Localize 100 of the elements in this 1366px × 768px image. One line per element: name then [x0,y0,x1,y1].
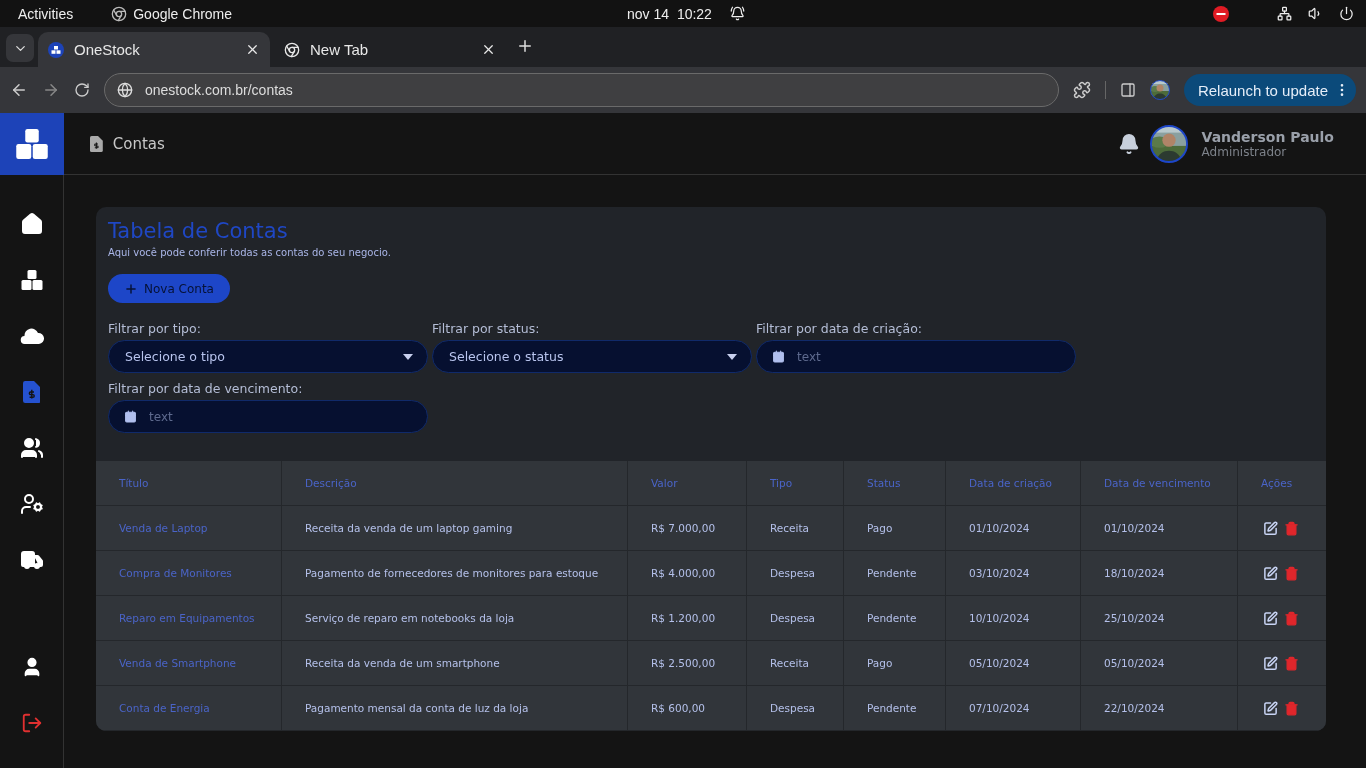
trash-icon [1284,610,1299,626]
delete-button[interactable] [1284,655,1299,671]
calendar-icon [124,410,137,423]
boxes-icon [19,268,44,292]
table-cell: 10/10/2024 [946,596,1081,641]
column-header: Status [844,461,946,506]
table-cell: 01/10/2024 [1081,506,1238,551]
table-cell: Pago [844,506,946,551]
table-cell: R$ 7.000,00 [628,506,747,551]
trash-icon [1284,565,1299,581]
table-cell: 05/10/2024 [1081,641,1238,686]
table-cell: Compra de Monitores [96,551,282,596]
table-cell: Despesa [747,596,844,641]
table-cell: Pago [844,641,946,686]
filter-dropdown[interactable]: Selecione o tipo [108,340,428,373]
date-field[interactable]: text [108,400,428,433]
delete-button[interactable] [1284,700,1299,716]
filter-label: Filtrar por data de criação: [756,321,923,336]
table-cell: 07/10/2024 [946,686,1081,731]
table-cell: Venda de Laptop [96,506,282,551]
browser-tab[interactable]: New Tab [274,32,506,67]
side-panel-icon[interactable] [1119,82,1136,98]
table-cell: Despesa [747,551,844,596]
home-icon [19,212,44,236]
truck-icon [19,548,44,572]
table-cell: Conta de Energia [96,686,282,731]
table-cell: Pendente [844,596,946,641]
table-cell: Receita da venda de um smartphone [282,641,628,686]
table-cell: Receita [747,641,844,686]
edit-button[interactable] [1263,565,1278,581]
network-icon [1277,6,1292,21]
filter-label: Filtrar por status: [432,321,541,336]
panel-title: Tabela de Contas [108,219,289,243]
user-name: Vanderson Paulo [1201,128,1334,145]
table-cell: Despesa [747,686,844,731]
reload-icon[interactable] [74,82,90,98]
caret-icon [727,353,737,360]
column-header: Data de criação [946,461,1081,506]
user-role: Administrador [1201,144,1288,159]
edit-icon [1263,565,1278,581]
table-cell: 01/10/2024 [946,506,1081,551]
activities-button[interactable]: Activities [18,5,74,22]
delete-button[interactable] [1284,565,1299,581]
trash-icon [1284,520,1299,536]
column-header: Data de vencimento [1081,461,1238,506]
edit-button[interactable] [1263,700,1278,716]
filter-dropdown[interactable]: Selecione o status [432,340,752,373]
cloud-icon [19,326,44,346]
trash-icon [1284,700,1299,716]
new-tab-icon[interactable] [516,37,534,55]
table-cell: R$ 4.000,00 [628,551,747,596]
caret-icon [403,353,413,360]
invoice-icon [90,135,103,152]
calendar-icon [772,350,785,363]
invoice-icon [22,381,41,403]
panel-subtitle: Aqui você pode conferir todas as contas do seu negocio. [108,247,392,258]
page-title: Contas [112,134,166,153]
date-time[interactable]: nov 14 10:22 [627,5,712,22]
app-logo[interactable] [0,113,64,175]
delete-button[interactable] [1284,610,1299,626]
edit-button[interactable] [1263,520,1278,536]
plus-icon [124,281,138,296]
chrome-icon [111,5,128,22]
close-icon[interactable] [481,42,496,57]
relaunch-button[interactable]: Relaunch to update [1183,74,1356,106]
table-cell: 05/10/2024 [946,641,1081,686]
users-icon [19,436,44,460]
address-bar[interactable]: onestock.com.br/contas [104,73,1059,107]
edit-button[interactable] [1263,610,1278,626]
column-header: Título [96,461,282,506]
app-name[interactable]: Google Chrome [133,5,233,22]
filter-label: Filtrar por data de vencimento: [108,381,304,396]
table-cell: Venda de Smartphone [96,641,282,686]
site-info-icon [117,82,133,98]
table-cell: 18/10/2024 [1081,551,1238,596]
table-cell: 22/10/2024 [1081,686,1238,731]
chrome-icon [284,41,300,58]
edit-icon [1263,700,1278,716]
table-cell: Serviço de reparo em notebooks da loja [282,596,628,641]
edit-button[interactable] [1263,655,1278,671]
table-cell: 25/10/2024 [1081,596,1238,641]
close-icon[interactable] [245,42,260,57]
column-header: Valor [628,461,747,506]
notification-icon[interactable] [1117,132,1140,155]
table-cell: 03/10/2024 [946,551,1081,596]
table-cell: R$ 2.500,00 [628,641,747,686]
table-cell: Pagamento mensal da conta de luz da loja [282,686,628,731]
table-cell: Receita [747,506,844,551]
column-header: Descrição [282,461,628,506]
table-cell: Pendente [844,551,946,596]
table-cell: R$ 600,00 [628,686,747,731]
browser-tab[interactable]: OneStock [38,32,270,67]
back-icon[interactable] [10,81,28,99]
table-cell: Pagamento de fornecedores de monitores para estoque [282,551,628,596]
date-field[interactable]: text [756,340,1076,373]
forward-icon[interactable] [42,81,60,99]
edit-icon [1263,520,1278,536]
tab-list-button[interactable] [6,34,34,62]
delete-button[interactable] [1284,520,1299,536]
extensions-icon[interactable] [1072,81,1091,99]
